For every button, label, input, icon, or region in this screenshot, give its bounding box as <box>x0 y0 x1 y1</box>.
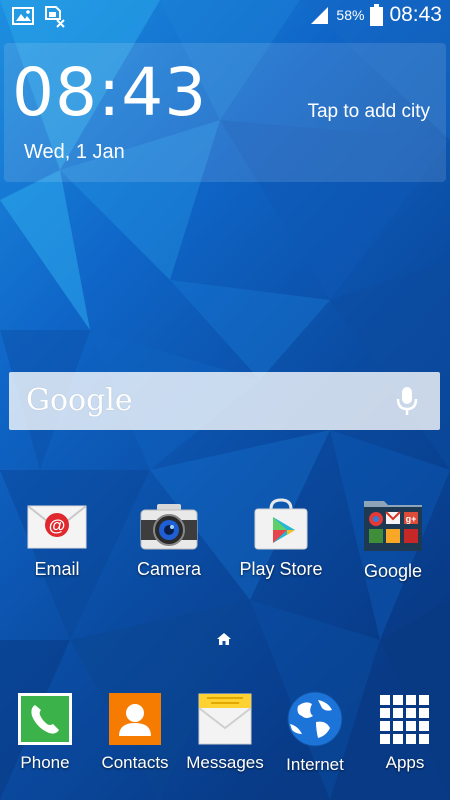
camera-icon <box>140 504 198 550</box>
app-camera[interactable]: Camera <box>119 503 219 580</box>
clock-weather-widget[interactable]: 08:43 Wed, 1 Jan Tap to add city <box>4 43 446 182</box>
google-folder-icon: g+ <box>364 501 422 551</box>
app-label: Google <box>363 561 423 581</box>
sim-card-notification-icon <box>45 6 65 28</box>
dock-messages[interactable]: Messages <box>175 692 275 773</box>
add-city-prompt[interactable]: Tap to add city <box>307 101 430 123</box>
dock-label: Apps <box>385 753 425 772</box>
phone-icon <box>18 693 72 745</box>
dock-apps[interactable]: Apps <box>355 694 450 773</box>
dock-label: Messages <box>186 753 264 772</box>
dock-label: Internet <box>286 755 344 774</box>
gallery-notification-icon <box>12 7 34 25</box>
dock-contacts[interactable]: Contacts <box>85 692 185 773</box>
app-play-store[interactable]: Play Store <box>231 497 331 580</box>
battery-percent: 58% <box>336 7 365 23</box>
app-label: Camera <box>136 559 202 579</box>
mic-icon[interactable] <box>396 386 418 416</box>
app-label: Email <box>34 559 80 579</box>
home-icon[interactable] <box>216 632 232 646</box>
dock-phone[interactable]: Phone <box>0 692 95 773</box>
contacts-icon <box>109 693 161 745</box>
apps-grid-icon <box>380 695 429 744</box>
dock-label: Contacts <box>101 753 169 772</box>
dock-internet[interactable]: Internet <box>265 690 365 775</box>
app-label: Play Store <box>239 559 323 579</box>
messages-icon <box>198 693 252 745</box>
app-email[interactable]: @ Email <box>7 503 107 580</box>
google-logo: Google <box>26 383 133 418</box>
email-icon: @ <box>27 505 87 549</box>
battery-icon <box>370 4 384 26</box>
widget-date: Wed, 1 Jan <box>24 141 125 163</box>
internet-icon <box>287 691 343 747</box>
google-search-bar[interactable]: Google <box>9 372 440 430</box>
app-google-folder[interactable]: g+ Google <box>343 497 443 582</box>
dock-label: Phone <box>20 753 70 772</box>
svg-text:@: @ <box>49 516 66 535</box>
play-store-icon <box>254 498 308 550</box>
status-bar[interactable]: 58% 08:43 <box>0 0 450 32</box>
status-clock: 08:43 <box>389 3 442 26</box>
widget-time: 08:43 <box>12 54 208 131</box>
signal-icon <box>311 7 329 24</box>
svg-text:g+: g+ <box>406 514 417 524</box>
